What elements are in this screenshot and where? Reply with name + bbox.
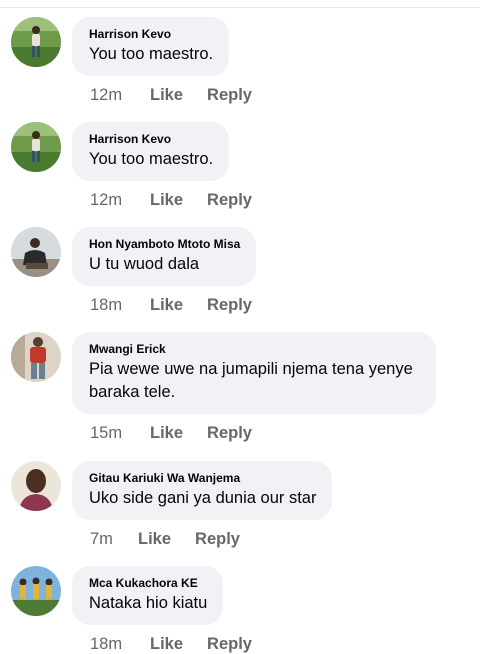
like-button[interactable]: Like: [150, 634, 183, 654]
comment-author[interactable]: Gitau Kariuki Wa Wanjema: [89, 470, 316, 486]
kukachora-avatar-icon: [11, 566, 61, 616]
reply-button[interactable]: Reply: [207, 190, 252, 210]
comment-feed: Harrison Kevo You too maestro. 12m Like …: [0, 0, 480, 653]
reply-button[interactable]: Reply: [207, 295, 252, 315]
comment-text: You too maestro.: [89, 150, 214, 168]
like-button[interactable]: Like: [150, 295, 183, 315]
avatar[interactable]: [11, 17, 61, 67]
avatar[interactable]: [11, 122, 61, 172]
comment-actions: 18m Like Reply: [90, 295, 252, 315]
comment-timestamp[interactable]: 12m: [90, 190, 142, 210]
comment-author[interactable]: Mwangi Erick: [89, 341, 420, 357]
comment-bubble: Mca Kukachora KE Nataka hio kiatu: [72, 566, 224, 625]
comment-actions: 12m Like Reply: [90, 190, 252, 210]
harrison-avatar-icon: [11, 17, 61, 67]
comment-timestamp[interactable]: 18m: [90, 295, 142, 315]
comment-actions: 7m Like Reply: [90, 529, 240, 549]
comment-actions: 15m Like Reply: [90, 423, 252, 443]
comment-timestamp[interactable]: 12m: [90, 85, 142, 105]
comment-author[interactable]: Hon Nyamboto Mtoto Misa: [89, 236, 240, 252]
comment-timestamp[interactable]: 18m: [90, 634, 142, 654]
comment-actions: 12m Like Reply: [90, 85, 252, 105]
comment-author[interactable]: Harrison Kevo: [89, 131, 213, 147]
comment-bubble: Gitau Kariuki Wa Wanjema Uko side gani y…: [72, 461, 333, 520]
comment-bubble: Harrison Kevo You too maestro.: [72, 17, 230, 76]
like-button[interactable]: Like: [150, 190, 183, 210]
avatar[interactable]: [11, 461, 61, 511]
nyamboto-avatar-icon: [11, 227, 61, 277]
reply-button[interactable]: Reply: [207, 634, 252, 654]
gitau-avatar-icon: [11, 461, 61, 511]
comment-text: Nataka hio kiatu: [89, 594, 208, 612]
like-button[interactable]: Like: [138, 529, 171, 549]
avatar[interactable]: [11, 227, 61, 277]
like-button[interactable]: Like: [150, 85, 183, 105]
avatar[interactable]: [11, 332, 61, 382]
comment-bubble: Harrison Kevo You too maestro.: [72, 122, 230, 181]
comment-author[interactable]: Mca Kukachora KE: [89, 575, 207, 591]
comment-text: U tu wuod dala: [89, 255, 200, 273]
comment-actions: 18m Like Reply: [90, 634, 252, 654]
comment-text: Pia wewe uwe na jumapili njema tena yeny…: [89, 360, 413, 401]
comment-text: Uko side gani ya dunia our star: [89, 489, 317, 507]
mwangi-avatar-icon: [11, 332, 61, 382]
comment-timestamp[interactable]: 7m: [90, 529, 130, 549]
comment-timestamp[interactable]: 15m: [90, 423, 142, 443]
comment-author[interactable]: Harrison Kevo: [89, 26, 213, 42]
like-button[interactable]: Like: [150, 423, 183, 443]
reply-button[interactable]: Reply: [195, 529, 240, 549]
comment-bubble: Hon Nyamboto Mtoto Misa U tu wuod dala: [72, 227, 257, 286]
avatar[interactable]: [11, 566, 61, 616]
reply-button[interactable]: Reply: [207, 85, 252, 105]
reply-button[interactable]: Reply: [207, 423, 252, 443]
comment-text: You too maestro.: [89, 45, 214, 63]
harrison-avatar-icon: [11, 122, 61, 172]
comment-bubble: Mwangi Erick Pia wewe uwe na jumapili nj…: [72, 332, 436, 414]
